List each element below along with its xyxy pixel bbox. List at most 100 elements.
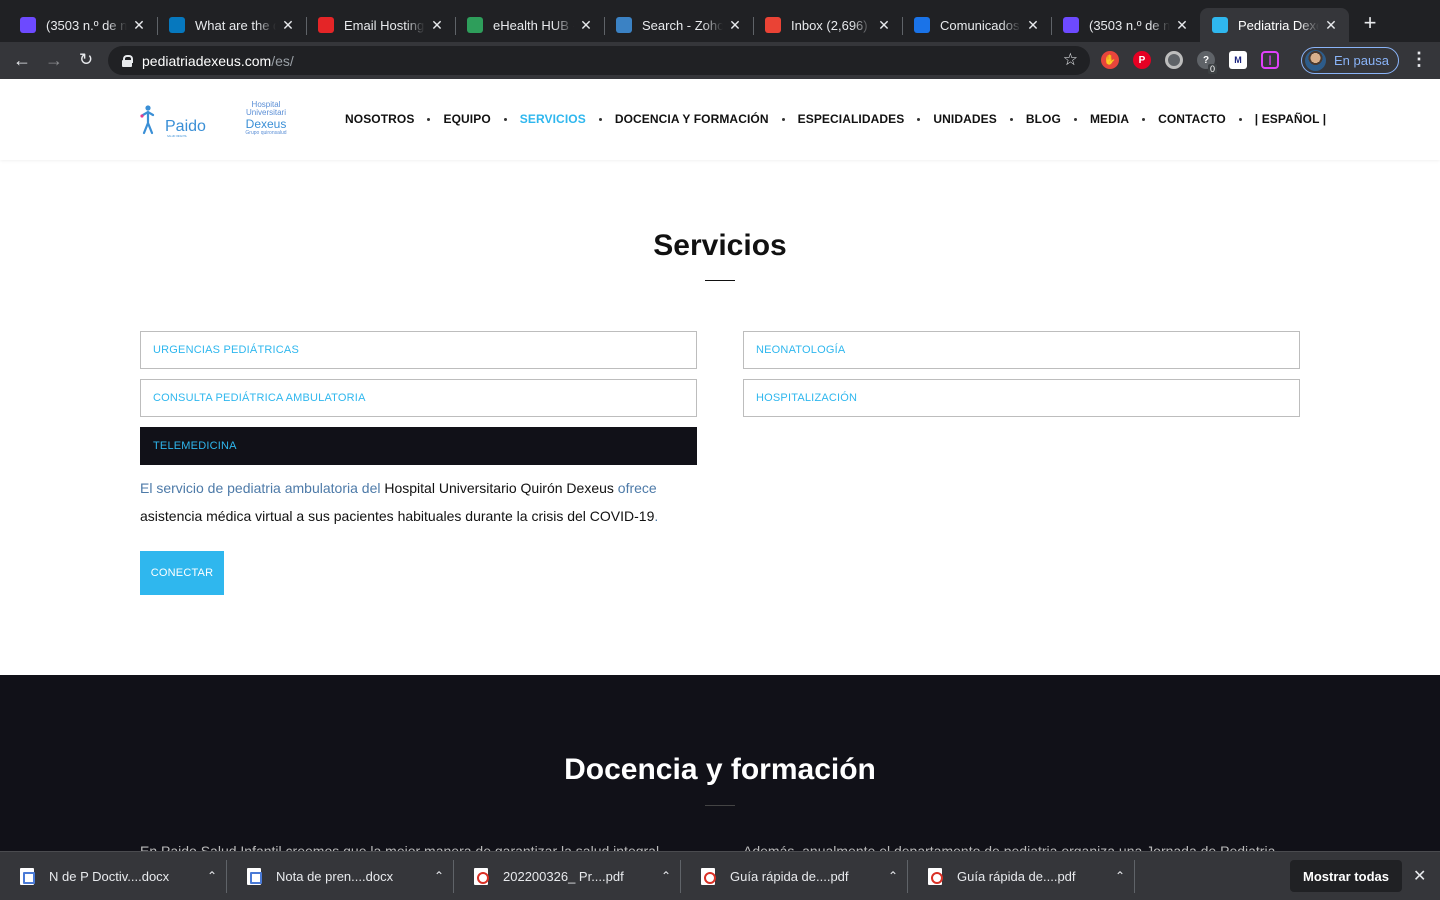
chevron-up-icon[interactable]: ⌃ bbox=[878, 869, 908, 883]
servicios-title-rule bbox=[705, 280, 735, 281]
service-hospitalizacion[interactable]: HOSPITALIZACIÓN bbox=[743, 379, 1300, 417]
conectar-button[interactable]: CONECTAR bbox=[140, 551, 224, 595]
pdf-file-icon bbox=[928, 867, 943, 885]
close-tab-icon[interactable]: ✕ bbox=[1025, 17, 1041, 33]
close-tab-icon[interactable]: ✕ bbox=[1323, 17, 1339, 33]
paido-logo-text: Paido bbox=[165, 118, 206, 135]
chevron-up-icon[interactable]: ⌃ bbox=[651, 869, 681, 883]
nav-link[interactable]: EQUIPO bbox=[443, 112, 490, 126]
browser-tab[interactable]: Email Hosting | ✕ bbox=[306, 8, 455, 42]
download-item[interactable]: Guía rápida de....pdf ⌃ bbox=[908, 852, 1135, 900]
browser-tab[interactable]: Comunicados a✕ bbox=[902, 8, 1051, 42]
service-consulta[interactable]: CONSULTA PEDIÁTRICA AMBULATORIA bbox=[140, 379, 697, 417]
tab-title: Email Hosting | bbox=[344, 17, 425, 33]
n2-icon bbox=[914, 17, 930, 33]
close-downloads-icon[interactable]: ✕ bbox=[1413, 866, 1426, 886]
browser-tab[interactable]: Pediatria Dexeus✕ bbox=[1200, 8, 1349, 42]
dexeus-logo-line4: Grupo quironsalud bbox=[245, 130, 287, 136]
browser-tab-strip: (3503 n.º de no ✕ What are the di ✕ Email Ho… bbox=[0, 0, 1440, 42]
browser-tab[interactable]: What are the di ✕ bbox=[157, 8, 306, 42]
nav-separator bbox=[1073, 117, 1077, 121]
browser-tab[interactable]: eHealth HUB - ✕ bbox=[455, 8, 604, 42]
lock-icon bbox=[122, 54, 133, 67]
nav-separator bbox=[1238, 117, 1242, 121]
browser-tab[interactable]: Search - Zoho ✕ bbox=[604, 8, 753, 42]
close-tab-icon[interactable]: ✕ bbox=[876, 17, 892, 33]
close-tab-icon[interactable]: ✕ bbox=[1174, 17, 1190, 33]
browser-menu-icon[interactable]: ⋮ bbox=[1410, 49, 1428, 70]
downloads-list: N de P Doctiv....docx ⌃ Nota de pren....do… bbox=[0, 852, 1135, 900]
service-urgencias[interactable]: URGENCIAS PEDIÁTRICAS bbox=[140, 331, 697, 369]
zoho-z-icon bbox=[318, 17, 334, 33]
nav-separator bbox=[503, 117, 507, 121]
dexeus-logo-line3: Dexeus bbox=[245, 117, 287, 131]
tab-title: (3503 n.º de no bbox=[1089, 17, 1170, 33]
nav-link[interactable]: NOSOTROS bbox=[345, 112, 414, 126]
service-neonatologia[interactable]: NEONATOLOGÍA bbox=[743, 331, 1300, 369]
pdf-file-icon bbox=[701, 867, 716, 885]
extension-stop-icon[interactable]: ✋ bbox=[1101, 51, 1119, 69]
download-item[interactable]: 202200326_ Pr....pdf ⌃ bbox=[454, 852, 681, 900]
paido-logo[interactable]: Paido SALUD INFANTIL bbox=[139, 103, 211, 139]
gmail-icon bbox=[765, 17, 781, 33]
tab-title: Comunicados a bbox=[940, 17, 1021, 33]
close-tab-icon[interactable]: ✕ bbox=[429, 17, 445, 33]
tab-title: Search - Zoho bbox=[642, 17, 723, 33]
close-tab-icon[interactable]: ✕ bbox=[131, 17, 147, 33]
download-filename: 202200326_ Pr....pdf bbox=[503, 868, 624, 884]
reload-icon[interactable]: ↻ bbox=[70, 44, 102, 76]
nav-link[interactable]: SERVICIOS bbox=[520, 112, 586, 126]
profile-button[interactable]: En pausa bbox=[1301, 47, 1399, 74]
chevron-up-icon[interactable]: ⌃ bbox=[197, 869, 227, 883]
nav-link[interactable]: DOCENCIA Y FORMACIÓN bbox=[615, 112, 769, 126]
bookmark-star-icon[interactable]: ☆ bbox=[1063, 50, 1078, 70]
url-host: pediatriadexeus.com bbox=[142, 52, 272, 69]
nav-link[interactable]: | ESPAÑOL | bbox=[1255, 112, 1326, 126]
nav-link[interactable]: ESPECIALIDADES bbox=[798, 112, 905, 126]
nav-link[interactable]: UNIDADES bbox=[933, 112, 996, 126]
docencia-title-rule bbox=[705, 805, 735, 806]
tab-title: What are the di bbox=[195, 17, 276, 33]
extension-m-icon[interactable]: M bbox=[1229, 51, 1247, 69]
pinterest-icon[interactable]: P bbox=[1133, 51, 1151, 69]
nav-separator bbox=[1142, 117, 1146, 121]
browser-tab[interactable]: (3503 n.º de no ✕ bbox=[8, 8, 157, 42]
dexeus-logo[interactable]: Hospital Universitari Dexeus Grupo quiro… bbox=[243, 101, 289, 141]
download-item[interactable]: Nota de pren....docx ⌃ bbox=[227, 852, 454, 900]
close-tab-icon[interactable]: ✕ bbox=[280, 17, 296, 33]
nav-link[interactable]: CONTACTO bbox=[1158, 112, 1226, 126]
download-filename: Guía rápida de....pdf bbox=[957, 868, 1076, 884]
new-tab-icon[interactable]: + bbox=[1355, 8, 1385, 38]
proton-mail-icon bbox=[20, 17, 36, 33]
forward-icon[interactable]: → bbox=[38, 44, 70, 76]
close-tab-icon[interactable]: ✕ bbox=[578, 17, 594, 33]
drupal-icon bbox=[169, 17, 185, 33]
extension-chart-icon[interactable]: | bbox=[1261, 51, 1279, 69]
service-telemedicina[interactable]: TELEMEDICINA bbox=[140, 427, 697, 465]
desc-hospital: Hospital Universitario Quirón Dexeus bbox=[384, 480, 614, 496]
download-item[interactable]: Guía rápida de....pdf ⌃ bbox=[681, 852, 908, 900]
nav-link[interactable]: BLOG bbox=[1026, 112, 1061, 126]
chevron-up-icon[interactable]: ⌃ bbox=[1105, 869, 1135, 883]
download-filename: Guía rápida de....pdf bbox=[730, 868, 849, 884]
close-tab-icon[interactable]: ✕ bbox=[727, 17, 743, 33]
browser-tab[interactable]: Inbox (2,696) - ✕ bbox=[753, 8, 902, 42]
browser-tab[interactable]: (3503 n.º de no ✕ bbox=[1051, 8, 1200, 42]
doc-file-icon bbox=[247, 867, 262, 885]
main-navigation: NOSOTROS EQUIPO SERVICIOS DOCENCIA Y FORMAC… bbox=[345, 109, 1326, 129]
paido-icon bbox=[1212, 17, 1228, 33]
back-icon[interactable]: ← bbox=[6, 44, 38, 76]
nav-separator bbox=[598, 117, 602, 121]
nav-separator bbox=[1009, 117, 1013, 121]
ehealth-icon bbox=[467, 17, 483, 33]
url-path: /es/ bbox=[271, 52, 294, 69]
nav-link[interactable]: MEDIA bbox=[1090, 112, 1129, 126]
extension-record-icon[interactable] bbox=[1165, 51, 1183, 69]
download-filename: Nota de pren....docx bbox=[276, 868, 394, 884]
download-item[interactable]: N de P Doctiv....docx ⌃ bbox=[0, 852, 227, 900]
show-all-downloads-button[interactable]: Mostrar todas bbox=[1290, 860, 1402, 892]
chevron-up-icon[interactable]: ⌃ bbox=[424, 869, 454, 883]
zoho-search-icon bbox=[616, 17, 632, 33]
address-bar[interactable]: pediatriadexeus.com/es/ ☆ bbox=[108, 46, 1090, 75]
profile-label: En pausa bbox=[1334, 53, 1389, 68]
